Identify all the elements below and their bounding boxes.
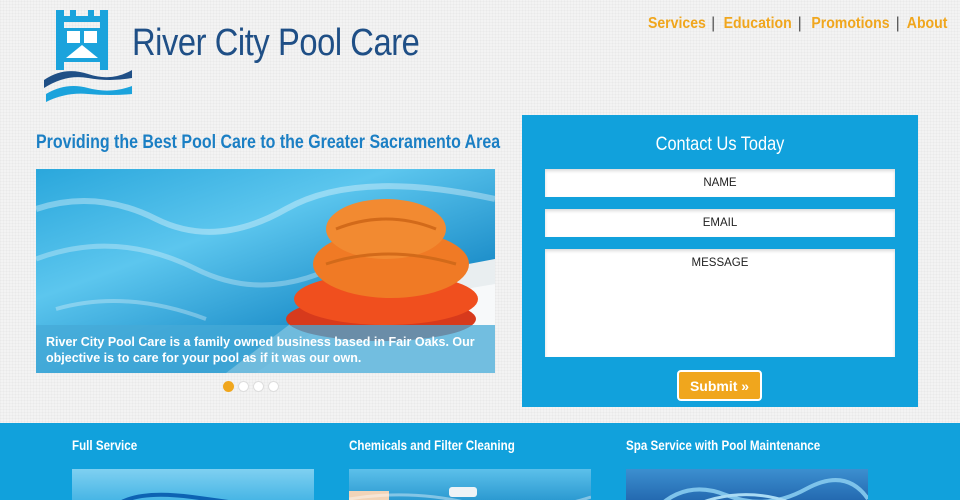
service-title[interactable]: Chemicals and Filter Cleaning xyxy=(349,438,557,453)
slider-dot-4[interactable] xyxy=(268,381,279,392)
service-image[interactable] xyxy=(72,469,314,500)
service-title[interactable]: Spa Service with Pool Maintenance xyxy=(626,438,834,453)
nav-about-link[interactable]: About xyxy=(907,15,948,33)
contact-title: Contact Us Today xyxy=(655,134,785,155)
service-spa-pool-maintenance[interactable]: Spa Service with Pool Maintenance xyxy=(626,423,868,500)
tagline-heading: Providing the Best Pool Care to the Grea… xyxy=(36,132,501,153)
top-navigation: Services | Education | Promotions | About xyxy=(644,15,950,33)
image-slider[interactable]: River City Pool Care is a family owned b… xyxy=(36,169,495,373)
email-input[interactable] xyxy=(545,209,895,237)
nav-separator: | xyxy=(797,15,802,32)
brand-name[interactable]: River City Pool Care xyxy=(132,22,420,65)
service-image[interactable] xyxy=(626,469,868,500)
nav-services-link[interactable]: Services xyxy=(648,15,706,33)
service-title[interactable]: Full Service xyxy=(72,438,280,453)
slider-dot-1[interactable] xyxy=(223,381,234,392)
nav-education-link[interactable]: Education xyxy=(724,15,792,33)
service-full-service[interactable]: Full Service xyxy=(72,423,314,500)
nav-separator: | xyxy=(895,15,900,32)
contact-form-panel: Contact Us Today Submit » xyxy=(522,115,918,407)
submit-button[interactable]: Submit » xyxy=(677,370,762,401)
lifeguard-tower-logo-icon xyxy=(44,10,132,102)
slider-dots xyxy=(223,381,279,392)
message-textarea[interactable] xyxy=(545,249,895,357)
slider-caption: River City Pool Care is a family owned b… xyxy=(36,325,495,373)
service-chemicals-filter[interactable]: Chemicals and Filter Cleaning xyxy=(349,423,591,500)
slider-dot-2[interactable] xyxy=(238,381,249,392)
nav-separator: | xyxy=(711,15,716,32)
nav-promotions-link[interactable]: Promotions xyxy=(811,15,889,33)
slider-dot-3[interactable] xyxy=(253,381,264,392)
services-band: Full Service Chemicals and Filter Cleani… xyxy=(0,423,960,500)
service-image[interactable] xyxy=(349,469,591,500)
name-input[interactable] xyxy=(545,169,895,197)
